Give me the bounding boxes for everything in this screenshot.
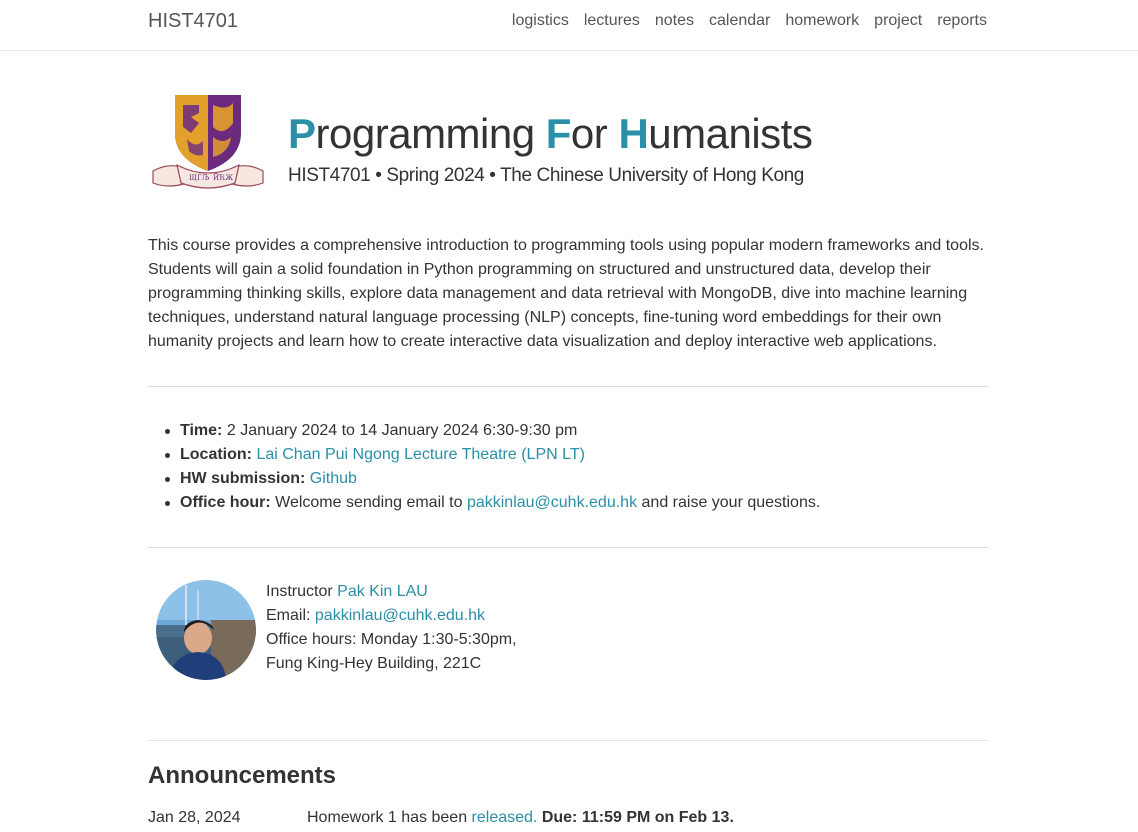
title-rest-f: or: [570, 110, 619, 157]
nav-link-notes[interactable]: notes: [655, 12, 694, 30]
nav-link-project[interactable]: project: [874, 12, 922, 30]
location-label: Location:: [180, 446, 252, 463]
list-item-office-hour: Office hour: Welcome sending email to pa…: [164, 491, 821, 515]
office-hour-pre: Welcome sending email to: [275, 494, 463, 511]
logistics-list: Time: 2 January 2024 to 14 January 2024 …: [164, 419, 821, 515]
page-title: Programming For Humanists: [288, 110, 813, 158]
instructor-line: Instructor Pak Kin LAU: [266, 580, 517, 604]
announcement-released-link[interactable]: released.: [472, 809, 538, 826]
instructor-role: Instructor: [266, 583, 333, 600]
office-hour-email-link[interactable]: pakkinlau@cuhk.edu.hk: [467, 494, 637, 511]
cuhk-crest-icon: ЩЃЉ ЙЋЖ: [152, 95, 264, 189]
announcement-body: Homework 1 has been: [307, 809, 468, 826]
svg-text:ЙЋЖ: ЙЋЖ: [213, 173, 233, 182]
divider: [148, 386, 988, 387]
github-link[interactable]: Github: [310, 470, 357, 487]
divider: [148, 740, 988, 741]
divider: [148, 547, 988, 548]
office-hour-post: and raise your questions.: [641, 494, 821, 511]
page-subtitle: HIST4701 • Spring 2024 • The Chinese Uni…: [288, 165, 804, 186]
hw-submission-label: HW submission:: [180, 470, 306, 487]
instructor-hours: Office hours: Monday 1:30-5:30pm,: [266, 631, 517, 648]
brand-link[interactable]: HIST4701: [148, 10, 238, 33]
instructor-email-line: Email: pakkinlau@cuhk.edu.hk: [266, 604, 517, 628]
instructor-office: Fung King-Hey Building, 221C: [266, 655, 482, 672]
nav-link-calendar[interactable]: calendar: [709, 12, 770, 30]
instructor-email-label: Email:: [266, 607, 311, 624]
instructor-name-link[interactable]: Pak Kin LAU: [337, 583, 428, 600]
list-item-hw-submission: HW submission: Github: [164, 467, 820, 491]
nav-link-lectures[interactable]: lectures: [584, 12, 640, 30]
svg-text:ЩЃЉ: ЩЃЉ: [189, 173, 210, 182]
top-navbar: HIST4701 logistics lectures notes calend…: [0, 0, 1138, 51]
nav-links: logistics lectures notes calendar homewo…: [512, 12, 987, 30]
list-item-location: Location: Lai Chan Pui Ngong Lecture The…: [164, 443, 820, 467]
instructor-info: Instructor Pak Kin LAU Email: pakkinlau@…: [266, 580, 517, 676]
title-cap-f: F: [545, 110, 572, 157]
avatar: [156, 580, 256, 680]
nav-link-reports[interactable]: reports: [937, 12, 987, 30]
announcements-heading: Announcements: [148, 762, 337, 789]
title-cap-p: P: [288, 110, 316, 157]
nav-link-homework[interactable]: homework: [785, 12, 859, 30]
title-cap-h: H: [618, 110, 649, 157]
time-label: Time:: [180, 422, 223, 439]
announcement-date: Jan 28, 2024: [148, 809, 241, 826]
nav-link-logistics[interactable]: logistics: [512, 12, 569, 30]
announcement-due: Due: 11:59 PM on Feb 13.: [541, 809, 734, 826]
list-item-time: Time: 2 January 2024 to 14 January 2024 …: [164, 419, 820, 443]
office-hour-label: Office hour:: [180, 494, 271, 511]
title-rest-h: umanists: [648, 110, 813, 157]
course-description: This course provides a comprehensive int…: [148, 237, 984, 350]
announcement-text: Homework 1 has been released. Due: 11:59…: [307, 808, 734, 828]
time-value: 2 January 2024 to 14 January 2024 6:30-9…: [226, 422, 578, 439]
instructor-email-link[interactable]: pakkinlau@cuhk.edu.hk: [315, 607, 485, 624]
title-rest-p: rogramming: [315, 110, 546, 157]
location-link[interactable]: Lai Chan Pui Ngong Lecture Theatre (LPN …: [256, 446, 584, 463]
